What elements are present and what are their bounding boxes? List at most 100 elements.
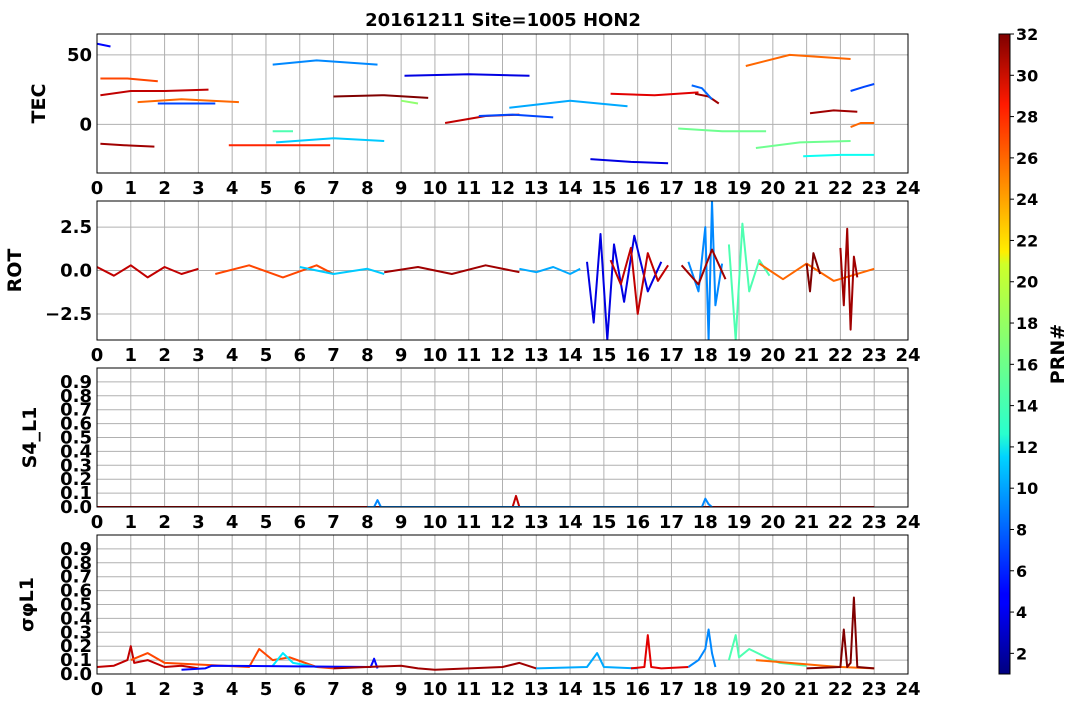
colorbar-tick-label: 24 (1016, 190, 1038, 209)
x-tick-label: 17 (659, 512, 684, 533)
x-tick-label: 14 (558, 512, 583, 533)
x-tick-label: 1 (125, 345, 138, 366)
series-line-prn-17 (400, 99, 419, 105)
x-tick-label: 18 (693, 512, 718, 533)
x-tick-label: 14 (558, 345, 583, 366)
x-tick-label: 5 (260, 345, 273, 366)
series-line-prn-7 (850, 83, 875, 92)
x-tick-label: 15 (591, 345, 616, 366)
x-tick-label: 15 (591, 679, 616, 700)
x-tick-label: 12 (490, 512, 515, 533)
colorbar-tick-label: 10 (1016, 479, 1038, 498)
grid (96, 368, 909, 508)
x-tick-label: 6 (293, 178, 306, 199)
colorbar-tick-label: 2 (1016, 644, 1027, 663)
x-tick-label: 19 (727, 345, 752, 366)
series-line-prn-5 (97, 42, 111, 48)
series-line-prn-30 (100, 88, 209, 97)
x-tick-label: 1 (125, 178, 138, 199)
x-tick-label: 21 (794, 512, 819, 533)
x-tick-label: 0 (91, 345, 104, 366)
colorbar-tick-label: 26 (1016, 149, 1038, 168)
panel-0: 0 1 2 3 4 5 6 7 8 9 10 11 12 13 14 15 16 17 18 19 20 21 22 23 24… (28, 33, 921, 199)
x-tick-label: 10 (422, 345, 447, 366)
series-line-prn-25 (137, 98, 239, 104)
y-tick-label: 0.0 (60, 261, 92, 282)
x-tick-label: 12 (490, 679, 515, 700)
series-line-prn-29 (630, 634, 689, 670)
x-tick-label: 17 (659, 178, 684, 199)
series-line-prn-30 (97, 264, 199, 279)
grid (96, 201, 909, 340)
x-tick-label: 22 (828, 178, 853, 199)
x-tick-label: 4 (226, 512, 239, 533)
series-line-prn-32 (333, 94, 429, 99)
y-axis-label: TEC (28, 84, 50, 124)
x-tick-label: 11 (456, 178, 481, 199)
x-tick-label: 3 (192, 345, 205, 366)
x-tick-label: 17 (659, 679, 684, 700)
x-tick-label: 23 (862, 178, 887, 199)
x-tick-label: 9 (395, 512, 408, 533)
colorbar-tick-label: 32 (1016, 25, 1038, 44)
x-tick-label: 20 (760, 512, 785, 533)
x-tick-label: 20 (760, 345, 785, 366)
series-group (97, 596, 875, 671)
y-tick-label: 0.0 (60, 664, 92, 685)
colorbar-label: PRN# (1047, 324, 1069, 384)
colorbar-tick-label: 4 (1016, 603, 1027, 622)
x-tick-label: 24 (895, 512, 920, 533)
x-tick-label: 14 (558, 178, 583, 199)
colorbar-tick-label: 28 (1016, 108, 1038, 127)
x-tick-label: 18 (693, 345, 718, 366)
x-tick-label: 5 (260, 512, 273, 533)
chart-title: 20161211 Site=1005 HON2 (365, 10, 641, 31)
x-tick-label: 3 (192, 679, 205, 700)
series-line-prn-31 (694, 92, 720, 105)
series-line-prn-15 (727, 222, 771, 340)
x-tick-label: 13 (524, 679, 549, 700)
x-tick-label: 9 (395, 679, 408, 700)
series-line-prn-26 (100, 77, 158, 83)
x-tick-label: 13 (524, 345, 549, 366)
colorbar-tick-label: 22 (1016, 231, 1038, 250)
x-tick-label: 4 (226, 345, 239, 366)
series-line-prn-30 (97, 645, 199, 670)
colorbar-tick-label: 14 (1016, 397, 1038, 416)
x-tick-label: 19 (727, 512, 752, 533)
x-tick-label: 21 (794, 345, 819, 366)
x-tick-label: 21 (794, 178, 819, 199)
series-line-prn-4 (404, 73, 530, 77)
x-tick-label: 13 (524, 512, 549, 533)
x-tick-label: 15 (591, 178, 616, 199)
series-line-prn-7 (478, 113, 554, 119)
x-tick-label: 1 (125, 512, 138, 533)
colorbar-tick-label: 6 (1016, 562, 1027, 581)
x-tick-label: 12 (490, 178, 515, 199)
x-tick-label: 4 (226, 679, 239, 700)
colorbar: 2468101214161820222426283032 PRN# (998, 25, 1069, 675)
y-axis-label: S4_L1 (19, 407, 41, 469)
x-tick-label: 2 (158, 178, 171, 199)
x-tick-label: 6 (293, 345, 306, 366)
x-tick-label: 1 (125, 679, 138, 700)
x-tick-label: 10 (422, 512, 447, 533)
x-tick-label: 17 (659, 345, 684, 366)
panels: 0 1 2 3 4 5 6 7 8 9 10 11 12 13 14 15 16 17 18 19 20 21 22 23 24… (4, 33, 921, 700)
x-tick-label: 20 (760, 178, 785, 199)
x-tick-label: 11 (456, 345, 481, 366)
x-tick-label: 8 (361, 345, 374, 366)
series-line-prn-26 (215, 264, 334, 279)
x-tick-label: 16 (625, 679, 650, 700)
x-tick-label: 6 (293, 679, 306, 700)
x-tick-label: 0 (91, 679, 104, 700)
series-group (97, 42, 875, 165)
y-tick-label: −2.5 (45, 304, 92, 325)
series-line-prn-31 (839, 227, 859, 331)
x-tick-label: 0 (91, 178, 104, 199)
series-line-prn-16 (755, 140, 851, 149)
x-tick-label: 4 (226, 178, 239, 199)
y-tick-label: 50 (67, 45, 92, 66)
colorbar-gradient (998, 33, 1011, 675)
series-line-prn-10 (509, 99, 628, 109)
